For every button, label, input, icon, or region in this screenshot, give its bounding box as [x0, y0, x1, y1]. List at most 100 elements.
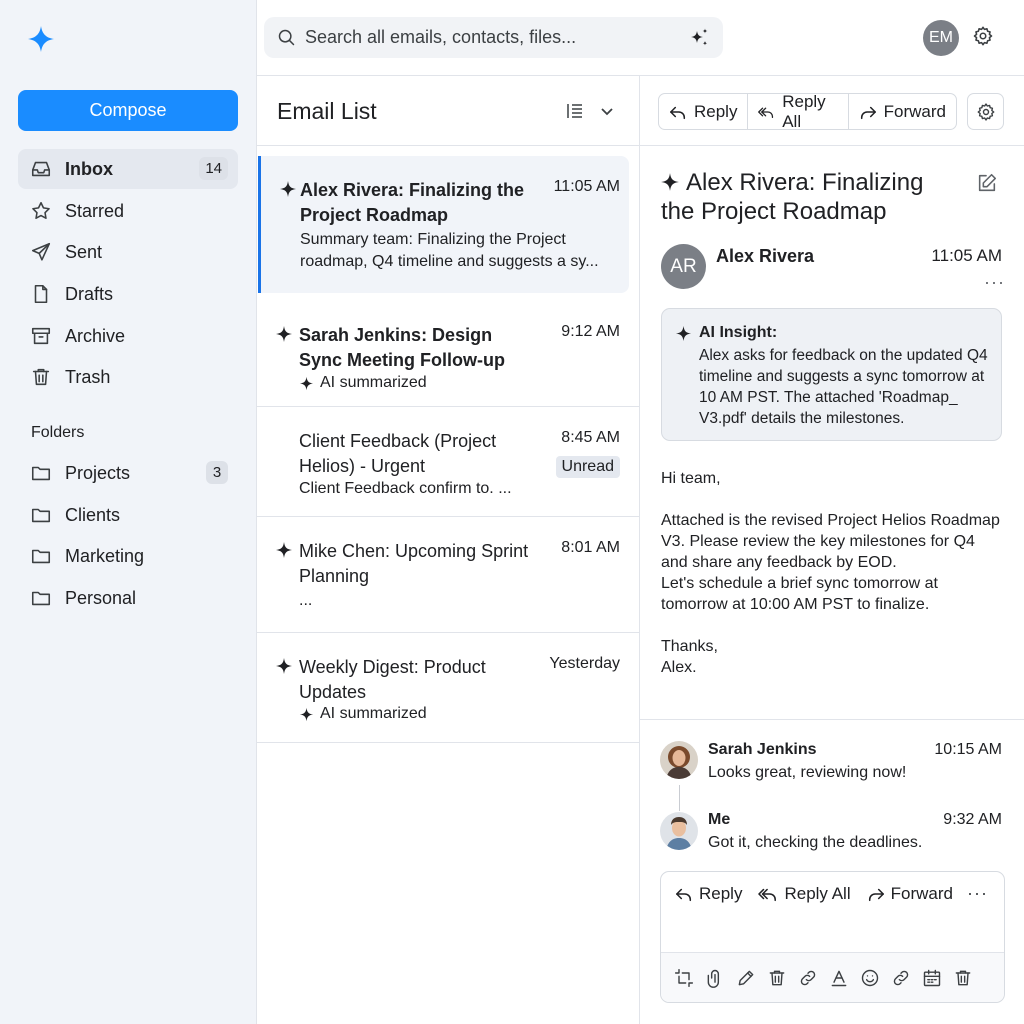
sidebar-item-starred[interactable]: Starred — [18, 191, 238, 231]
composer-actions: Reply Reply All Forward — [675, 884, 969, 904]
composer-forward-button[interactable]: Forward — [867, 884, 953, 904]
reply-all-icon — [758, 107, 774, 118]
folder-label: Projects — [65, 462, 131, 483]
ai-summarized-label: AI summarized — [320, 374, 427, 391]
thread-sender-name: Sarah Jenkins — [708, 741, 817, 758]
folder-icon — [31, 549, 51, 564]
sparkle-icon — [276, 658, 292, 674]
sidebar-item-label: Drafts — [65, 283, 114, 304]
sparkle-icon — [299, 376, 314, 390]
reply-all-label: Reply All — [784, 884, 851, 903]
email-time: 8:01 AM — [561, 539, 620, 556]
attachment-icon[interactable] — [705, 968, 725, 988]
ai-sparkle-icon[interactable] — [687, 26, 711, 50]
trash-icon[interactable] — [767, 968, 787, 988]
email-list-panel: Email List Alex Rivera: Finalizing the P… — [257, 76, 640, 1024]
message-settings-button[interactable] — [967, 93, 1004, 130]
email-subject: Client Feedback (Project Helios) - Urgen… — [299, 431, 497, 476]
sender-avatar: AR — [661, 244, 706, 289]
sidebar-item-inbox[interactable]: Inbox 14 — [18, 149, 238, 189]
link-icon[interactable] — [798, 968, 818, 988]
search-input[interactable] — [305, 27, 675, 48]
list-view-icon[interactable] — [565, 101, 585, 121]
compose-button[interactable]: Compose — [18, 90, 238, 131]
email-subject: Sarah Jenkins: Design Sync Meeting Follo… — [299, 325, 505, 370]
reply-composer[interactable]: Reply Reply All Forward ··· — [660, 871, 1005, 1003]
email-time: 11:05 AM — [553, 178, 620, 195]
ai-insight-text: Alex asks for feedback on the updated Q4… — [699, 347, 988, 427]
projects-count-badge: 3 — [206, 461, 228, 484]
ai-summarized-tag: AI summarized — [299, 374, 427, 392]
sparkle-icon — [675, 325, 692, 342]
composer-reply-button[interactable]: Reply — [675, 884, 742, 904]
sidebar-item-archive[interactable]: Archive — [18, 316, 238, 356]
thread-time: 10:15 AM — [934, 741, 1002, 758]
sender-name: Alex Rivera — [716, 246, 815, 266]
sidebar-item-sent[interactable]: Sent — [18, 232, 238, 272]
emoji-icon[interactable] — [860, 968, 880, 988]
thread-time: 9:32 AM — [943, 811, 1002, 828]
sidebar-item-label: Inbox — [65, 158, 113, 179]
chevron-down-icon[interactable] — [599, 103, 615, 119]
ai-summarized-label: AI summarized — [320, 705, 427, 722]
sidebar-item-drafts[interactable]: Drafts — [18, 274, 238, 314]
forward-icon — [868, 888, 884, 902]
reply-all-icon — [758, 888, 777, 902]
reply-button[interactable]: Reply — [659, 94, 749, 129]
folder-icon — [31, 591, 51, 606]
email-item[interactable]: Client Feedback (Project Helios) - Urgen… — [257, 407, 640, 517]
message-action-bar: Reply Reply All Forward — [658, 92, 957, 131]
forward-label: Forward — [890, 884, 953, 903]
reply-all-button[interactable]: Reply All — [748, 92, 849, 131]
forward-button[interactable]: Forward — [849, 94, 956, 129]
email-item[interactable]: Weekly Digest: Product Updates Yesterday… — [257, 633, 640, 743]
crop-icon[interactable] — [674, 968, 694, 988]
email-time: Yesterday — [549, 655, 620, 672]
user-avatar[interactable]: EM — [923, 20, 959, 56]
file-icon — [34, 284, 48, 304]
message-subject: Alex Rivera: Finalizing the Project Road… — [661, 169, 924, 225]
email-list-title: Email List — [277, 98, 377, 124]
more-options-icon[interactable]: ··· — [984, 272, 1005, 293]
email-item[interactable]: Mike Chen: Upcoming Sprint Planning 8:01… — [257, 517, 640, 633]
reply-icon — [676, 888, 692, 902]
sidebar-item-label: Archive — [65, 325, 126, 346]
gear-icon[interactable] — [972, 25, 994, 47]
sidebar-item-label: Trash — [65, 366, 111, 387]
thread-sender-name: Me — [708, 811, 731, 828]
email-item[interactable]: Alex Rivera: Finalizing the Project Road… — [258, 156, 629, 293]
discard-icon[interactable] — [953, 968, 973, 988]
sidebar: Compose Inbox 14 Starred Sent Drafts Arc… — [0, 0, 257, 1024]
folder-item-personal[interactable]: Personal — [18, 578, 238, 618]
archive-icon — [31, 327, 51, 345]
sidebar-item-trash[interactable]: Trash — [18, 357, 238, 397]
folder-item-projects[interactable]: Projects 3 — [18, 453, 238, 493]
folder-label: Personal — [65, 587, 137, 608]
sparkle-logo-icon — [26, 24, 56, 54]
sparkle-icon — [276, 326, 292, 342]
folder-item-clients[interactable]: Clients — [18, 495, 238, 535]
send-icon — [31, 242, 51, 261]
ai-insight-label: AI Insight: — [699, 324, 778, 341]
forward-label: Forward — [883, 101, 946, 121]
search-bar[interactable] — [264, 17, 723, 58]
gear-icon — [977, 102, 994, 121]
me-avatar — [660, 812, 698, 850]
pencil-icon[interactable] — [736, 968, 756, 988]
composer-reply-all-button[interactable]: Reply All — [758, 884, 851, 904]
sidebar-item-label: Starred — [65, 200, 125, 221]
email-subject: Alex Rivera: Finalizing the Project Road… — [300, 180, 525, 225]
thread-message: Got it, checking the deadlines. — [708, 834, 923, 851]
thread-message: Looks great, reviewing now! — [708, 764, 907, 781]
text-format-icon[interactable] — [829, 968, 849, 988]
divider — [257, 145, 640, 146]
email-preview: ... — [299, 592, 313, 609]
edit-icon[interactable] — [976, 172, 998, 194]
calendar-icon[interactable] — [922, 968, 942, 988]
ai-summarized-tag: AI summarized — [299, 705, 427, 723]
sparkle-icon — [299, 707, 314, 721]
folder-item-marketing[interactable]: Marketing — [18, 536, 238, 576]
email-item[interactable]: Sarah Jenkins: Design Sync Meeting Follo… — [257, 301, 640, 407]
more-options-icon[interactable]: ··· — [967, 883, 988, 904]
insert-link-icon[interactable] — [891, 968, 911, 988]
